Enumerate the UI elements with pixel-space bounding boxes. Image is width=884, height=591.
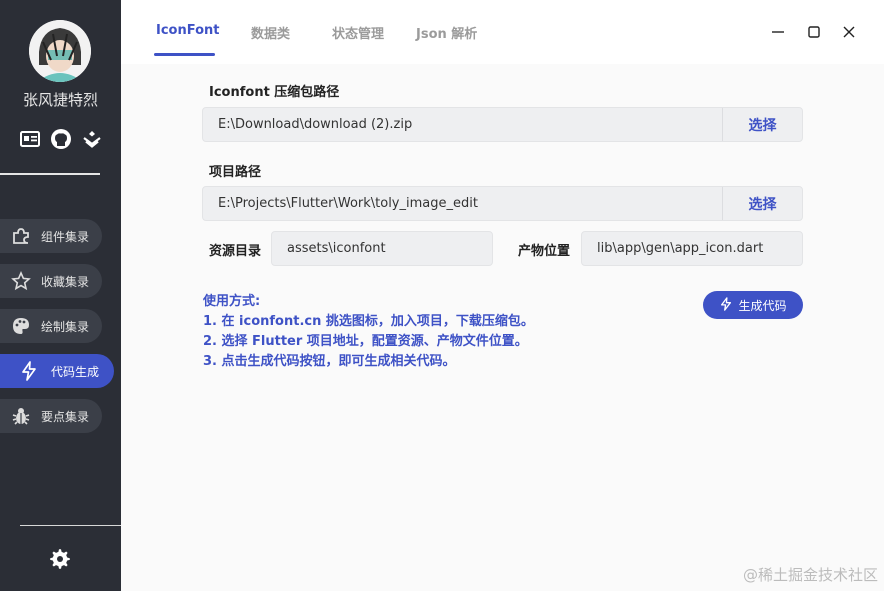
palette-icon [10, 315, 32, 337]
sidebar-item-label: 组件集录 [41, 229, 90, 244]
sidebar-item-keypoints[interactable]: 要点集录 [0, 399, 102, 433]
bolt-icon [719, 296, 733, 314]
project-path-field[interactable]: E:\Projects\Flutter\Work\toly_image_edit… [202, 186, 803, 221]
close-icon[interactable] [841, 24, 857, 40]
sidebar: 张风捷特烈 组件集录 收藏集录 绘制集录 代码生成 要点集录 [0, 0, 121, 591]
gear-icon[interactable] [49, 548, 71, 570]
zip-path-field[interactable]: E:\Download\download (2).zip 选择 [202, 107, 803, 142]
usage-instructions: 使用方式: 1. 在 iconfont.cn 挑选图标，加入项目，下载压缩包。 … [203, 292, 534, 372]
project-path-value: E:\Projects\Flutter\Work\toly_image_edit [218, 196, 478, 211]
output-path-value: lib\app\gen\app_icon.dart [597, 241, 764, 256]
sidebar-item-label: 绘制集录 [41, 319, 90, 334]
generate-code-button[interactable]: 生成代码 [703, 291, 803, 319]
assets-dir-field[interactable]: assets\iconfont [271, 231, 493, 266]
tab-iconfont[interactable]: IconFont [156, 23, 219, 38]
social-links [0, 128, 121, 150]
avatar[interactable] [29, 20, 91, 82]
usage-step: 1. 在 iconfont.cn 挑选图标，加入项目，下载压缩包。 [203, 314, 534, 329]
sidebar-item-label: 代码生成 [51, 364, 100, 379]
sidebar-item-drawing[interactable]: 绘制集录 [0, 309, 102, 343]
sidebar-divider [0, 173, 100, 175]
zip-select-button[interactable]: 选择 [722, 108, 802, 141]
maximize-icon[interactable] [806, 24, 822, 40]
tab-json-parse[interactable]: Json 解析 [416, 23, 477, 42]
zip-path-value: E:\Download\download (2).zip [218, 117, 413, 132]
assets-dir-label: 资源目录 [209, 244, 262, 259]
usage-step: 2. 选择 Flutter 项目地址，配置资源、产物文件位置。 [203, 334, 528, 349]
tab-data-class[interactable]: 数据类 [251, 23, 290, 42]
sidebar-item-codegen[interactable]: 代码生成 [0, 354, 114, 388]
puzzle-icon [10, 225, 32, 247]
tab-state-management[interactable]: 状态管理 [332, 23, 384, 42]
zip-path-label: Iconfont 压缩包路径 [209, 85, 340, 100]
watermark: @稀土掘金技术社区 [742, 566, 878, 584]
output-path-label: 产物位置 [518, 244, 571, 259]
project-select-button[interactable]: 选择 [722, 187, 802, 220]
username: 张风捷特烈 [22, 91, 98, 109]
project-path-label: 项目路径 [209, 165, 262, 180]
active-tab-indicator [154, 53, 215, 56]
sidebar-item-label: 要点集录 [41, 409, 90, 424]
assets-dir-value: assets\iconfont [287, 241, 386, 256]
generate-code-label: 生成代码 [738, 298, 787, 313]
sidebar-bottom-divider [20, 525, 121, 526]
bolt-icon [18, 360, 40, 382]
sidebar-item-components[interactable]: 组件集录 [0, 219, 102, 253]
minimize-icon[interactable] [770, 24, 786, 40]
star-icon [10, 270, 32, 292]
usage-step: 3. 点击生成代码按钮，即可生成相关代码。 [203, 354, 456, 369]
bug-icon [10, 405, 32, 427]
usage-title: 使用方式: [203, 294, 261, 309]
output-path-field[interactable]: lib\app\gen\app_icon.dart [581, 231, 803, 266]
sidebar-item-label: 收藏集录 [41, 274, 90, 289]
id-card-icon[interactable] [19, 128, 41, 150]
sidebar-item-favorites[interactable]: 收藏集录 [0, 264, 102, 298]
juejin-icon[interactable] [81, 128, 103, 150]
github-icon[interactable] [50, 128, 72, 150]
